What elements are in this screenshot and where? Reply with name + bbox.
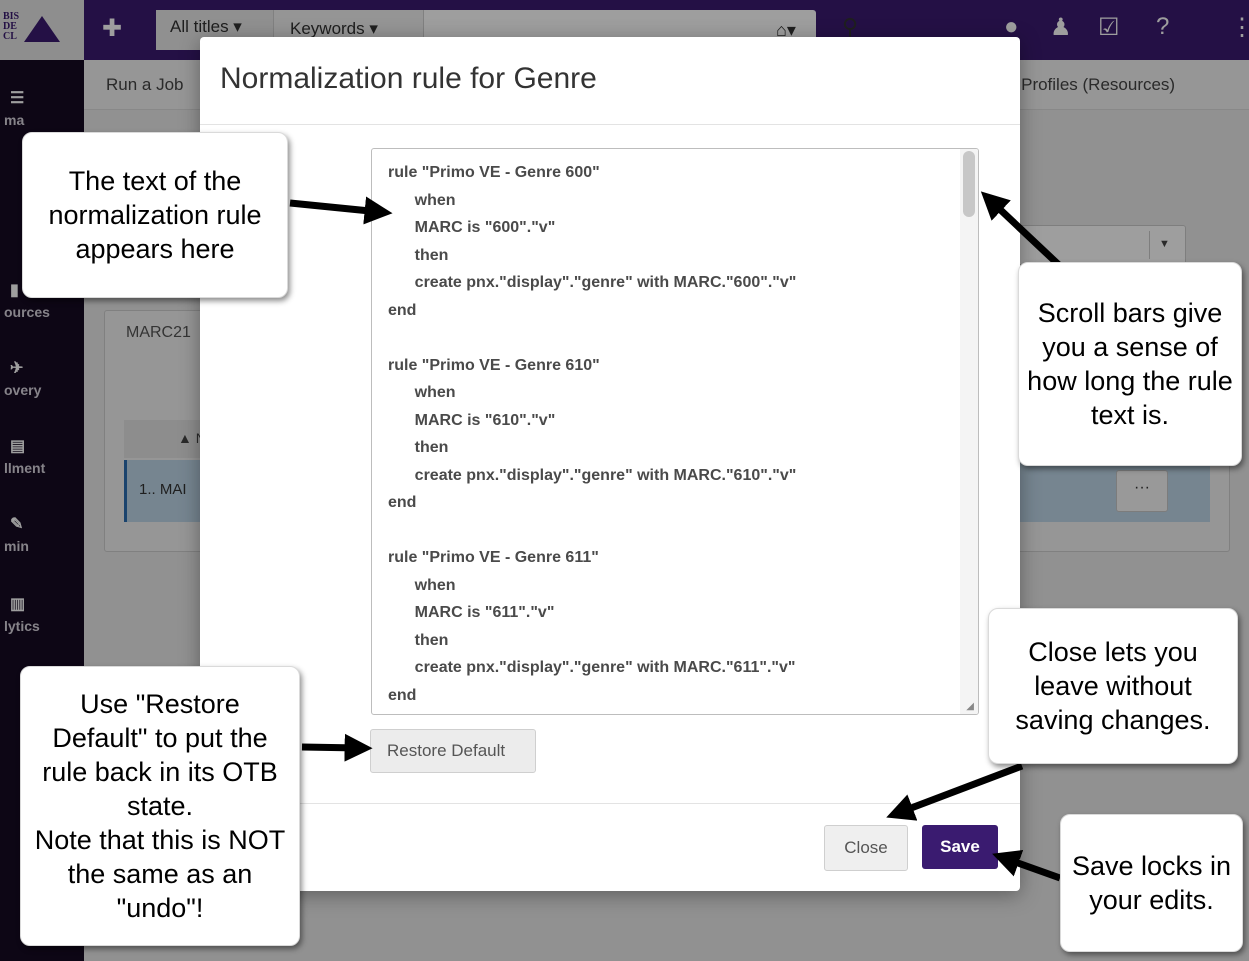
callout-rule-text: The text of the normalization rule appea…	[22, 132, 288, 298]
arrow-to-save-button	[992, 849, 1062, 882]
callout-close: Close lets you leave without saving chan…	[988, 608, 1238, 764]
arrow-to-close-button	[886, 762, 1024, 821]
arrow-to-scrollbar	[980, 191, 1063, 269]
callout-scroll-bars: Scroll bars give you a sense of how long…	[1018, 262, 1242, 466]
arrow-to-rule-text	[289, 196, 393, 225]
callout-save: Save locks in your edits.	[1060, 814, 1243, 952]
arrow-to-restore-default	[301, 733, 373, 762]
callout-restore-default: Use "Restore Default" to put the rule ba…	[20, 666, 300, 946]
